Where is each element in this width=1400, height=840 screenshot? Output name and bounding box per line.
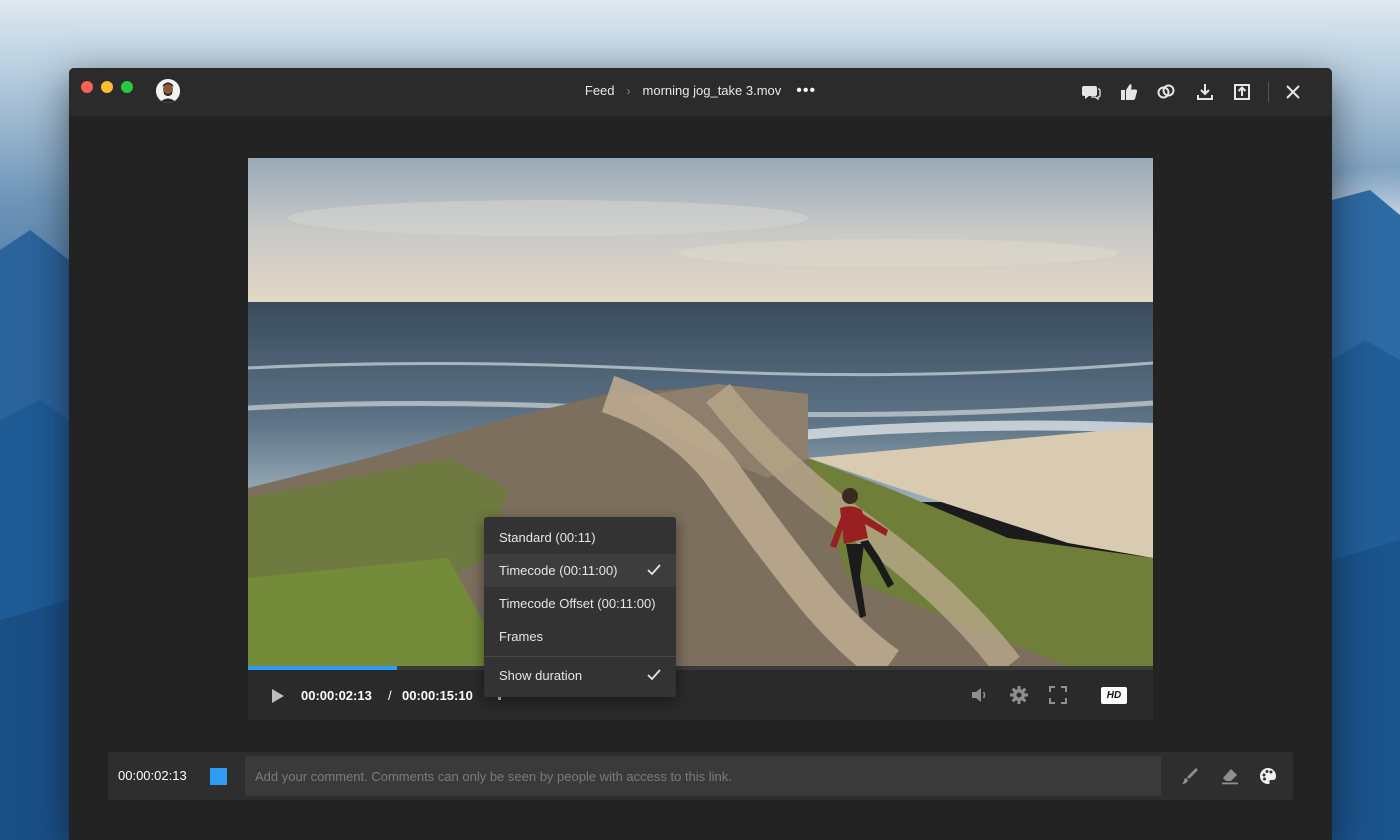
thumbs-up-icon[interactable]: [1119, 82, 1139, 102]
more-options-icon[interactable]: •••: [796, 82, 816, 98]
video-frame[interactable]: [248, 158, 1153, 666]
menu-item-frames[interactable]: Frames: [484, 620, 676, 653]
play-icon[interactable]: [270, 687, 286, 705]
total-duration[interactable]: 00:00:15:10: [402, 688, 473, 703]
comment-icon[interactable]: [1081, 82, 1101, 102]
checkmark-icon: [647, 564, 661, 576]
video-scene: [248, 158, 1153, 666]
time-separator: /: [388, 688, 392, 703]
comment-timestamp[interactable]: 00:00:02:13: [118, 768, 187, 783]
menu-item-timecode[interactable]: Timecode (00:11:00): [484, 554, 676, 587]
title-bar: Feed › morning jog_take 3.mov •••: [69, 68, 1332, 116]
close-icon[interactable]: [1283, 82, 1303, 102]
brush-icon[interactable]: [1180, 766, 1200, 786]
player-controls: 00:00:02:13 / 00:00:15:10 HD: [248, 670, 1153, 720]
time-format-menu: Standard (00:11) Timecode (00:11:00) Tim…: [484, 517, 676, 697]
menu-item-standard[interactable]: Standard (00:11): [484, 521, 676, 554]
color-palette-icon[interactable]: [1258, 766, 1278, 786]
breadcrumb-separator: ›: [626, 83, 631, 98]
hd-quality-badge[interactable]: HD: [1101, 687, 1127, 704]
app-window: Feed › morning jog_take 3.mov ••• 00:00:…: [69, 68, 1332, 840]
link-icon[interactable]: [1156, 82, 1176, 102]
time-format-caret[interactable]: [498, 697, 501, 700]
menu-divider: [484, 656, 676, 657]
volume-icon[interactable]: [970, 685, 990, 705]
comment-bar: 00:00:02:13: [108, 752, 1293, 800]
menu-item-show-duration[interactable]: Show duration: [484, 659, 676, 692]
share-upload-icon[interactable]: [1232, 82, 1252, 102]
menu-item-timecode-offset[interactable]: Timecode Offset (00:11:00): [484, 587, 676, 620]
video-player: 00:00:02:13 / 00:00:15:10 HD: [248, 158, 1153, 720]
annotation-color-swatch[interactable]: [210, 768, 227, 785]
settings-gear-icon[interactable]: [1009, 685, 1029, 705]
checkmark-icon: [647, 669, 661, 681]
toolbar-divider: [1268, 82, 1269, 102]
eraser-icon[interactable]: [1220, 766, 1240, 786]
file-name-title: morning jog_take 3.mov: [642, 83, 782, 98]
breadcrumb-feed-link[interactable]: Feed: [585, 83, 615, 98]
breadcrumb: Feed › morning jog_take 3.mov •••: [69, 82, 1332, 98]
download-icon[interactable]: [1195, 82, 1215, 102]
fullscreen-icon[interactable]: [1048, 685, 1068, 705]
current-time[interactable]: 00:00:02:13: [301, 688, 372, 703]
comment-input[interactable]: [245, 756, 1161, 796]
